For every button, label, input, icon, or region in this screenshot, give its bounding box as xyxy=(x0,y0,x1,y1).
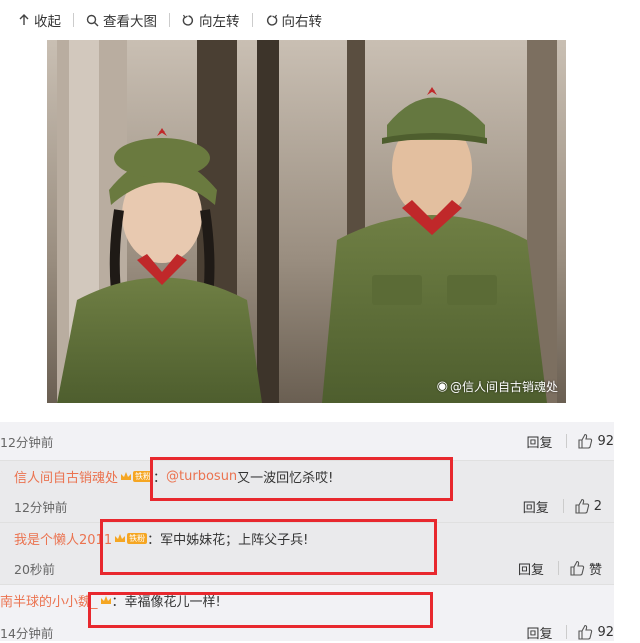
fan-badge: 铁粉 xyxy=(120,471,154,482)
reply-text: 军中姊妹花；上阵父子兵! xyxy=(160,533,309,548)
colon: ： xyxy=(153,471,167,486)
reply-item: 我是个懒人2011 铁粉 ： 军中姊妹花；上阵父子兵! 20秒前 回复 赞 xyxy=(0,522,614,585)
rotate-right-button[interactable]: 向右转 xyxy=(265,10,335,30)
toolbar-divider xyxy=(73,13,74,27)
main-comment-meta: 12分钟前 回复 92 xyxy=(0,430,614,452)
crown-icon xyxy=(115,534,126,542)
like-button[interactable]: 赞 xyxy=(569,559,602,578)
photo-watermark: ◉ @信人间自古销魂处 xyxy=(437,378,558,395)
rotate-left-button[interactable]: 向左转 xyxy=(182,10,252,30)
thumbs-up-icon xyxy=(575,498,589,514)
reply-item: 南半球的小小魏_ ： 幸福像花儿一样! 14分钟前 回复 92 xyxy=(0,584,614,642)
collapse-label: 收起 xyxy=(34,14,61,30)
action-divider xyxy=(557,561,559,575)
fan-badge-label: 铁粉 xyxy=(133,471,154,482)
reply-time: 20秒前 xyxy=(14,562,55,577)
weibo-photo[interactable]: ◉ @信人间自古销魂处 xyxy=(47,40,566,403)
crown-icon xyxy=(121,472,132,480)
like-count: 赞 xyxy=(588,562,602,578)
reply-username[interactable]: 我是个懒人2011 xyxy=(14,529,112,548)
rotate-right-icon xyxy=(266,14,277,26)
fan-badge xyxy=(100,595,112,606)
main-comment-actions: 回复 92 xyxy=(526,430,614,452)
like-button[interactable]: 92 xyxy=(577,433,614,449)
view-large-label: 查看大图 xyxy=(103,14,157,30)
reply-button[interactable]: 回复 xyxy=(526,623,552,642)
colon: ： xyxy=(111,595,125,610)
reply-username[interactable]: 信人间自古销魂处 xyxy=(14,467,118,486)
like-count: 2 xyxy=(593,498,602,514)
like-button[interactable]: 2 xyxy=(574,498,602,514)
thumbs-up-icon xyxy=(570,560,585,576)
reply-content: 我是个懒人2011 铁粉 ： 军中姊妹花；上阵父子兵! xyxy=(14,529,308,548)
fan-badge: 铁粉 xyxy=(114,533,148,544)
toolbar-divider xyxy=(169,13,170,27)
like-count: 92 xyxy=(597,433,614,449)
collapse-button[interactable]: 收起 xyxy=(0,10,73,30)
crown-icon xyxy=(100,596,111,604)
reply-button[interactable]: 回复 xyxy=(526,432,552,451)
colon: ： xyxy=(147,533,161,548)
main-comment-time: 12分钟前 xyxy=(0,435,54,450)
action-divider xyxy=(566,434,568,448)
reply-actions: 回复 2 xyxy=(523,495,602,517)
reply-text: 又一波回忆杀哎! xyxy=(237,471,334,486)
comment-section: 12分钟前 回复 92 信人间自古销魂处 铁粉 ： @turbosun 又一波回… xyxy=(0,422,614,642)
thumbs-up-icon xyxy=(578,433,593,449)
like-button[interactable]: 92 xyxy=(577,624,614,640)
reply-item: 信人间自古销魂处 铁粉 ： @turbosun 又一波回忆杀哎! 12分钟前 回… xyxy=(0,460,614,523)
rotate-right-label: 向右转 xyxy=(281,14,323,30)
weibo-logo-icon: ◉ xyxy=(436,379,448,394)
image-toolbar: 收起 查看大图 向左转 向右转 xyxy=(0,0,640,40)
reply-content: 南半球的小小魏_ ： 幸福像花儿一样! xyxy=(0,591,221,610)
reply-content: 信人间自古销魂处 铁粉 ： @turbosun 又一波回忆杀哎! xyxy=(14,467,333,486)
toolbar-divider xyxy=(251,13,253,27)
view-large-button[interactable]: 查看大图 xyxy=(86,10,169,30)
photo-illustration xyxy=(47,40,566,403)
reply-time: 12分钟前 xyxy=(14,500,68,515)
reply-username[interactable]: 南半球的小小魏_ xyxy=(0,591,98,610)
search-icon xyxy=(86,14,99,26)
action-divider xyxy=(566,625,568,639)
fan-badge-label: 铁粉 xyxy=(127,533,148,544)
rotate-left-icon xyxy=(182,14,194,26)
action-divider xyxy=(562,499,564,513)
thumbs-up-icon xyxy=(578,624,593,640)
reply-button[interactable]: 回复 xyxy=(518,559,544,578)
photo-area: ◉ @信人间自古销魂处 xyxy=(0,40,614,422)
watermark-text: @信人间自古销魂处 xyxy=(449,380,558,394)
mention-link[interactable]: @turbosun xyxy=(166,469,237,484)
collapse-arrow-icon xyxy=(19,14,29,25)
rotate-left-label: 向左转 xyxy=(199,14,240,30)
reply-button[interactable]: 回复 xyxy=(523,497,549,516)
reply-time: 14分钟前 xyxy=(0,626,54,641)
reply-text: 幸福像花儿一样! xyxy=(124,595,221,610)
like-count: 92 xyxy=(597,624,614,640)
reply-actions: 回复 赞 xyxy=(518,557,602,579)
